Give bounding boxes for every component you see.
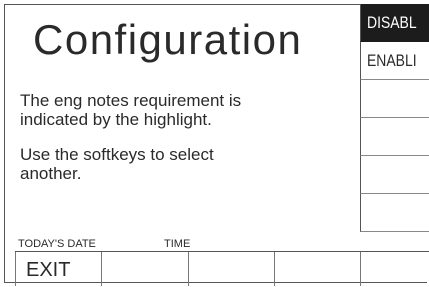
todays-date-label: TODAY'S DATE (18, 238, 96, 250)
instruction-line: indicated by the highlight. (20, 110, 212, 129)
instruction-text-requirement: The eng notes requirement is indicated b… (20, 91, 241, 129)
time-label: TIME (164, 238, 191, 250)
configuration-screen: Configuration The eng notes requirement … (0, 0, 429, 287)
softkey-disable[interactable]: DISABL (360, 4, 429, 42)
function-key-2[interactable] (101, 252, 188, 286)
function-key-4[interactable] (274, 252, 360, 286)
softkey-3[interactable] (360, 80, 429, 118)
function-key-3[interactable] (188, 252, 274, 286)
function-key-label: EXIT (26, 259, 71, 281)
softkey-label: ENABLI (367, 51, 417, 70)
softkey-column: DISABL ENABLI (360, 4, 429, 243)
softkey-6[interactable] (360, 194, 429, 232)
softkey-5[interactable] (360, 156, 429, 194)
instruction-line: Use the softkeys to select (20, 145, 214, 164)
page-title: Configuration (33, 16, 303, 63)
softkey-label: DISABL (367, 13, 417, 32)
instruction-line: The eng notes requirement is (20, 91, 242, 110)
function-key-bar: EXIT (15, 251, 429, 286)
instruction-line: another. (20, 164, 82, 183)
exit-button[interactable]: EXIT (15, 252, 101, 286)
function-key-5[interactable] (360, 252, 429, 286)
softkey-4[interactable] (360, 118, 429, 156)
instruction-text-softkeys: Use the softkeys to select another. (20, 145, 214, 183)
softkey-enable[interactable]: ENABLI (360, 42, 429, 80)
